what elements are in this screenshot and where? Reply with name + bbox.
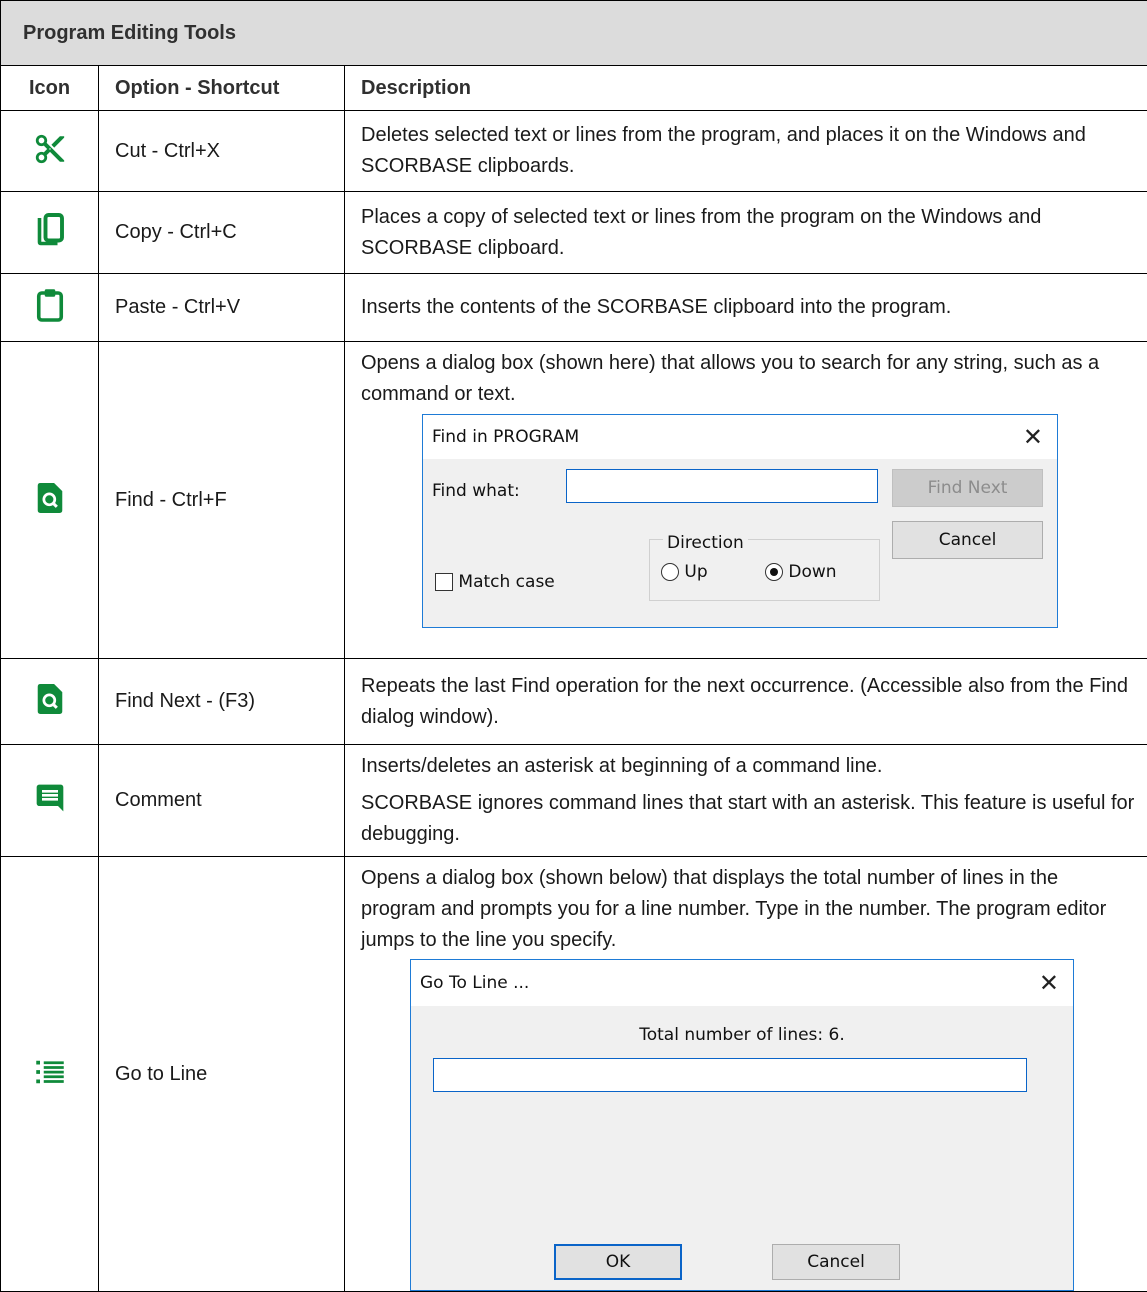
find-dialog-title: Find in PROGRAM <box>432 422 579 453</box>
option-comment: Comment <box>99 745 345 857</box>
option-copy: Copy - Ctrl+C <box>99 192 345 274</box>
line-number-input[interactable] <box>433 1058 1027 1092</box>
find-next-button[interactable]: Find Next <box>892 469 1043 507</box>
table-row: Copy - Ctrl+C Places a copy of selected … <box>1 192 1147 274</box>
description-comment: Inserts/deletes an asterisk at beginning… <box>361 751 1135 782</box>
description-cut: Deletes selected text or lines from the … <box>345 111 1147 192</box>
close-icon[interactable]: ✕ <box>1023 425 1043 449</box>
table-row: Comment Inserts/deletes an asterisk at b… <box>1 745 1147 857</box>
find-icon[interactable] <box>36 500 64 517</box>
scissors-icon[interactable] <box>33 153 67 170</box>
table-row: Find - Ctrl+F Opens a dialog box (shown … <box>1 342 1147 659</box>
header-icon: Icon <box>1 66 99 111</box>
table-title: Program Editing Tools <box>1 1 1147 66</box>
description-copy: Places a copy of selected text or lines … <box>345 192 1147 274</box>
match-case-box <box>435 573 453 591</box>
description-paste: Inserts the contents of the SCORBASE cli… <box>345 274 1147 342</box>
go-to-line-dialog: Go To Line ... ✕ Total number of lines: … <box>410 959 1074 1291</box>
find-dialog: Find in PROGRAM ✕ Find what: Find Next C… <box>422 414 1058 628</box>
option-cut: Cut - Ctrl+X <box>99 111 345 192</box>
go-to-line-title: Go To Line ... <box>420 968 529 999</box>
header-description: Description <box>345 66 1147 111</box>
direction-down-radio[interactable]: Down <box>765 557 837 588</box>
table-row: Go to Line Opens a dialog box (shown bel… <box>1 857 1147 1292</box>
direction-up-radio[interactable]: Up <box>661 557 708 588</box>
option-find-next: Find Next - (F3) <box>99 659 345 745</box>
find-what-input[interactable] <box>566 469 878 503</box>
table-row: Find Next - (F3) Repeats the last Find o… <box>1 659 1147 745</box>
description-find: Opens a dialog box (shown here) that all… <box>361 348 1135 410</box>
match-case-checkbox[interactable]: Match case <box>435 567 555 598</box>
direction-label: Direction <box>663 528 748 559</box>
radio-up-indicator <box>661 563 679 581</box>
copy-icon[interactable] <box>35 235 65 252</box>
total-lines-text: Total number of lines: 6. <box>411 1020 1073 1051</box>
ok-button[interactable]: OK <box>554 1244 682 1280</box>
list-icon[interactable] <box>35 1074 65 1091</box>
header-option: Option - Shortcut <box>99 66 345 111</box>
up-label: Up <box>684 562 707 582</box>
find-what-label: Find what: <box>432 476 520 507</box>
description-find-next: Repeats the last Find operation for the … <box>345 659 1147 745</box>
down-label: Down <box>788 562 836 582</box>
description-comment-2: SCORBASE ignores command lines that star… <box>361 788 1135 850</box>
find-next-icon[interactable] <box>36 701 64 718</box>
program-editing-tools-table: Program Editing Tools Icon Option - Shor… <box>0 0 1147 1292</box>
description-go-to-line: Opens a dialog box (shown below) that di… <box>361 863 1135 956</box>
option-find: Find - Ctrl+F <box>99 342 345 659</box>
table-row: Paste - Ctrl+V Inserts the contents of t… <box>1 274 1147 342</box>
option-go-to-line: Go to Line <box>99 857 345 1292</box>
close-icon[interactable]: ✕ <box>1039 971 1059 995</box>
radio-down-indicator <box>765 563 783 581</box>
comment-icon[interactable] <box>34 801 66 818</box>
match-case-label: Match case <box>458 572 554 592</box>
cancel-button[interactable]: Cancel <box>772 1244 900 1280</box>
cancel-button[interactable]: Cancel <box>892 521 1043 559</box>
clipboard-icon[interactable] <box>35 310 65 327</box>
option-paste: Paste - Ctrl+V <box>99 274 345 342</box>
table-row: Cut - Ctrl+X Deletes selected text or li… <box>1 111 1147 192</box>
